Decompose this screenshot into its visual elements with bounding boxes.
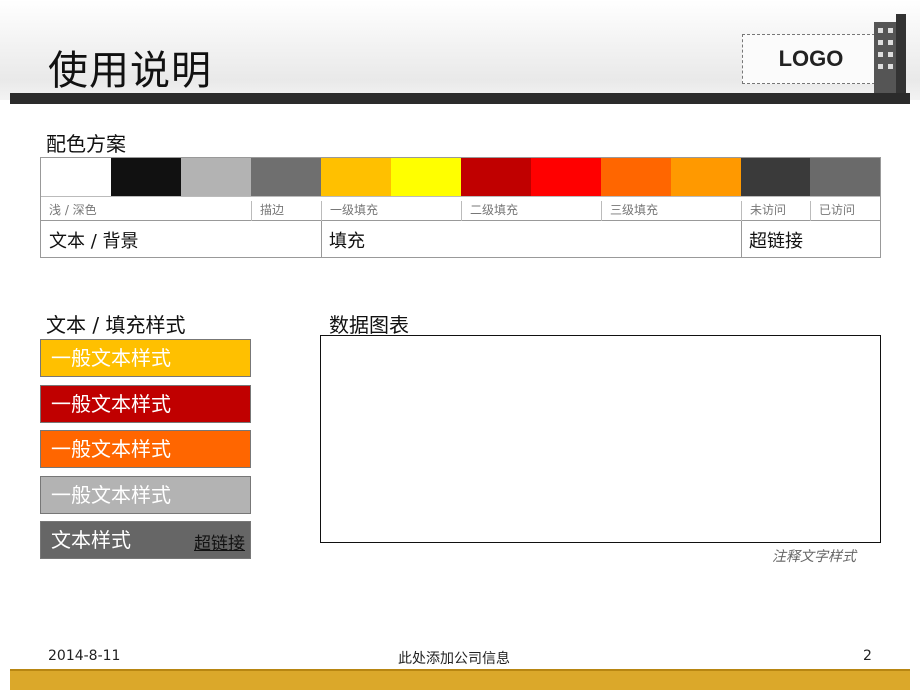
style-box-amber: 一般文本样式 — [40, 339, 251, 377]
label-visited: 已访问 — [810, 201, 855, 221]
label-fill-2: 二级填充 — [461, 201, 518, 221]
swatch-amber — [321, 158, 391, 196]
label-fill-1: 一级填充 — [321, 201, 378, 221]
style-box-dark-red: 一般文本样式 — [40, 385, 251, 423]
footer-bar — [10, 669, 910, 690]
swatch-orange — [601, 158, 671, 196]
swatch-light-orange — [671, 158, 741, 196]
footer-company: 此处添加公司信息 — [398, 651, 510, 667]
palette-small-labels: 浅 / 深色 描边 一级填充 二级填充 三级填充 未访问 已访问 — [41, 196, 880, 221]
swatch-visited — [810, 158, 880, 196]
style-box-gray: 一般文本样式 — [40, 476, 251, 514]
swatch-yellow — [391, 158, 461, 196]
page-title: 使用说明 — [48, 48, 212, 94]
swatch-light-gray — [181, 158, 251, 196]
annotation-text: 注释文字样式 — [772, 549, 856, 565]
swatch-stroke-gray — [251, 158, 321, 196]
swatch-unvisited — [741, 158, 810, 196]
style-box-orange: 一般文本样式 — [40, 430, 251, 468]
text-styles-heading: 文本 / 填充样式 — [46, 313, 186, 337]
label-fill: 填充 — [329, 231, 365, 252]
swatch-dark-red — [461, 158, 531, 196]
hyperlink-sample[interactable]: 超链接 — [194, 529, 245, 554]
label-fill-3: 三级填充 — [601, 201, 658, 221]
footer-page-number: 2 — [863, 648, 872, 664]
swatch-red — [531, 158, 601, 196]
swatch-white — [41, 158, 111, 196]
chart-placeholder — [320, 335, 881, 543]
label-stroke: 描边 — [251, 201, 284, 221]
label-unvisited: 未访问 — [741, 201, 786, 221]
color-palette-table: 浅 / 深色 描边 一级填充 二级填充 三级填充 未访问 已访问 文本 / 背景… — [40, 157, 881, 258]
footer-date: 2014-8-11 — [48, 648, 121, 664]
palette-heading: 配色方案 — [46, 132, 126, 156]
logo: LOGO — [742, 34, 880, 84]
swatch-black — [111, 158, 181, 196]
label-text-background: 文本 / 背景 — [49, 231, 139, 252]
chart-heading: 数据图表 — [329, 313, 409, 337]
header-divider — [10, 93, 910, 104]
building-icon — [874, 14, 906, 94]
label-light-dark: 浅 / 深色 — [49, 203, 97, 217]
label-hyperlink: 超链接 — [749, 231, 803, 252]
